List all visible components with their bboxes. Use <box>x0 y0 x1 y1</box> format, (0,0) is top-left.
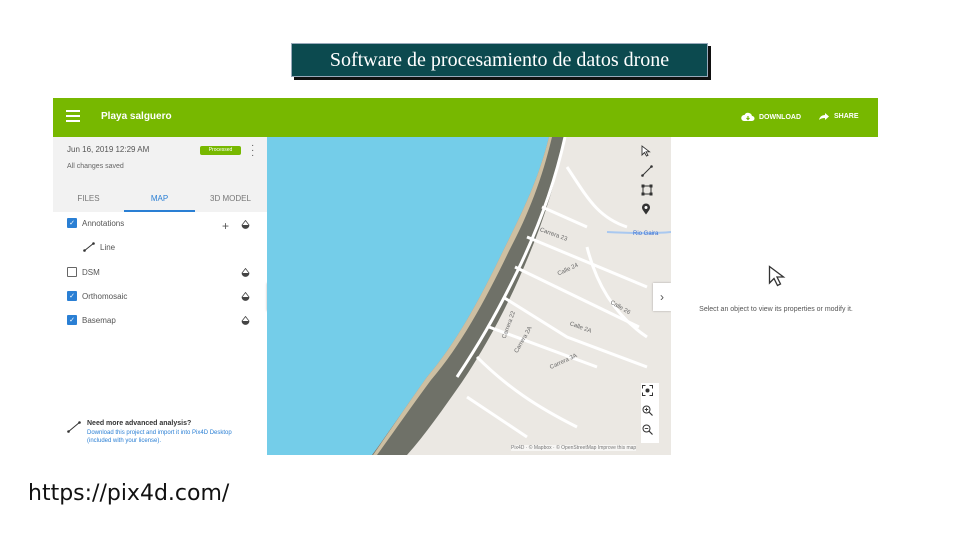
properties-panel: Select an object to view its properties … <box>671 137 878 455</box>
tab-3d-model[interactable]: 3D MODEL <box>195 185 266 212</box>
properties-hint: Select an object to view its properties … <box>699 306 853 313</box>
zoom-in-icon <box>642 405 653 416</box>
help-download-link[interactable]: Download this project and import it into… <box>87 429 247 445</box>
layer-basemap[interactable]: ✓ Basemap <box>67 313 116 327</box>
download-button[interactable]: DOWNLOAD <box>741 112 801 122</box>
zoom-out-icon <box>642 424 653 435</box>
layer-orthomosaic[interactable]: ✓ Orthomosaic <box>67 289 127 303</box>
download-label: DOWNLOAD <box>759 113 801 121</box>
cloud-download-icon <box>741 112 755 121</box>
zoom-controls <box>641 383 659 443</box>
map-attribution[interactable]: Pix4D · © Mapbox · © OpenStreetMap Impro… <box>511 445 637 451</box>
line-tool-icon <box>641 165 653 177</box>
select-tool-button[interactable] <box>641 145 657 161</box>
dsm-label: DSM <box>82 267 100 277</box>
sidebar-tabs: FILES MAP 3D MODEL <box>53 185 267 212</box>
cursor-icon <box>768 265 786 287</box>
project-name: Playa salguero <box>101 111 172 122</box>
line-tool-icon <box>83 242 95 252</box>
map-canvas <box>267 137 671 455</box>
orthomosaic-checkbox[interactable]: ✓ <box>67 291 77 301</box>
project-date: Jun 16, 2019 12:29 AM <box>67 145 150 154</box>
pix4d-app-window: Playa salguero DOWNLOAD SHARE Jun 16, 20… <box>53 98 878 455</box>
fit-view-button[interactable] <box>642 385 658 401</box>
share-label: SHARE <box>834 113 859 120</box>
river-label: Rio Gaira <box>633 231 659 237</box>
share-arrow-icon <box>819 113 829 120</box>
opacity-drop-icon[interactable] <box>241 268 250 278</box>
layer-list: ✓ Annotations + Line DSM ✓ Orthomosaic ✓ <box>53 212 267 455</box>
polygon-icon <box>641 184 653 196</box>
source-url[interactable]: https://pix4d.com/ <box>28 481 229 506</box>
help-title: Need more advanced analysis? <box>87 420 192 427</box>
marker-tool-button[interactable] <box>641 203 657 219</box>
more-options-icon[interactable]: · · · <box>251 141 254 161</box>
top-bar: Playa salguero DOWNLOAD SHARE <box>53 98 878 137</box>
save-status: All changes saved <box>67 163 124 170</box>
layer-annotations[interactable]: ✓ Annotations <box>67 216 124 230</box>
line-label: Line <box>100 242 116 252</box>
layer-dsm[interactable]: DSM <box>67 265 100 279</box>
share-button[interactable]: SHARE <box>818 112 859 121</box>
zoom-in-button[interactable] <box>642 405 658 421</box>
annotations-checkbox[interactable]: ✓ <box>67 218 77 228</box>
layer-line[interactable]: Line <box>83 240 115 254</box>
orthomosaic-label: Orthomosaic <box>82 291 128 301</box>
line-tool-icon <box>67 421 81 433</box>
opacity-drop-icon[interactable] <box>241 316 250 326</box>
add-annotation-button[interactable]: + <box>222 219 229 233</box>
line-measure-tool-button[interactable] <box>641 165 657 181</box>
tab-files[interactable]: FILES <box>53 185 124 212</box>
menu-icon[interactable] <box>66 110 80 122</box>
zoom-out-button[interactable] <box>642 424 658 440</box>
focus-target-icon <box>642 385 653 396</box>
opacity-drop-icon[interactable] <box>241 292 250 302</box>
expand-properties-button[interactable]: › <box>653 283 671 311</box>
map-view[interactable]: Carrera 23 Carrera 22 Carrera 2A Carrera… <box>267 137 671 455</box>
slide-title: Software de procesamiento de datos drone <box>291 43 708 77</box>
dsm-checkbox[interactable] <box>67 267 77 277</box>
status-badge: Processed <box>200 146 241 155</box>
basemap-label: Basemap <box>82 315 116 325</box>
opacity-drop-icon[interactable] <box>241 220 250 230</box>
cursor-icon <box>641 145 651 157</box>
map-pin-icon <box>642 203 650 215</box>
tab-map[interactable]: MAP <box>124 185 195 212</box>
sidebar: Jun 16, 2019 12:29 AM Processed · · · All … <box>53 137 267 455</box>
annotations-label: Annotations <box>82 218 125 228</box>
basemap-checkbox[interactable]: ✓ <box>67 315 77 325</box>
polygon-tool-button[interactable] <box>641 184 657 200</box>
